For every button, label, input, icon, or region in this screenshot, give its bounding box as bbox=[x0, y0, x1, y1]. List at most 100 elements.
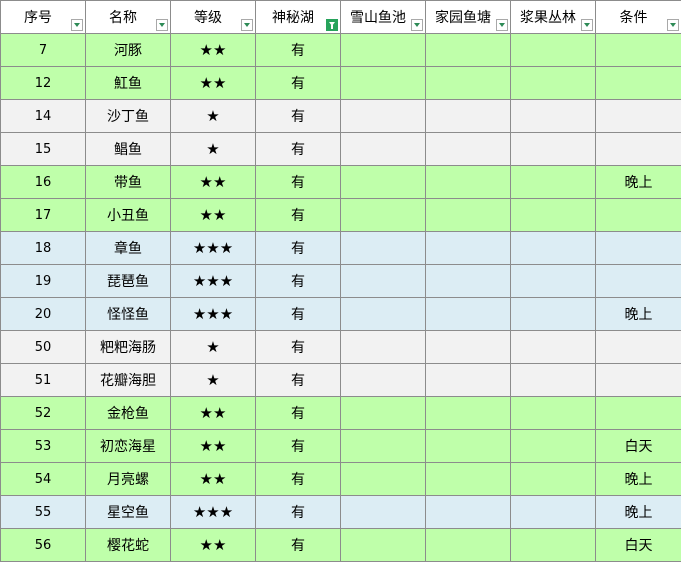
cell-berry-jungle[interactable] bbox=[510, 396, 596, 430]
cell-home-pond[interactable] bbox=[425, 165, 511, 199]
cell-home-pond[interactable] bbox=[425, 99, 511, 133]
cell-mystery-lake[interactable]: 有 bbox=[255, 495, 341, 529]
cell-condition[interactable]: 晚上 bbox=[595, 462, 681, 496]
cell-id[interactable]: 19 bbox=[0, 264, 86, 298]
cell-name[interactable]: 花瓣海胆 bbox=[85, 363, 171, 397]
cell-grade[interactable]: ★ bbox=[170, 363, 256, 397]
cell-home-pond[interactable] bbox=[425, 396, 511, 430]
cell-home-pond[interactable] bbox=[425, 33, 511, 67]
cell-mystery-lake[interactable]: 有 bbox=[255, 264, 341, 298]
cell-id[interactable]: 50 bbox=[0, 330, 86, 364]
column-header[interactable]: 家园鱼塘 bbox=[425, 0, 511, 34]
cell-condition[interactable] bbox=[595, 264, 681, 298]
cell-name[interactable]: 章鱼 bbox=[85, 231, 171, 265]
cell-snow-pond[interactable] bbox=[340, 297, 426, 331]
cell-condition[interactable] bbox=[595, 198, 681, 232]
column-header[interactable]: 条件 bbox=[595, 0, 681, 34]
cell-snow-pond[interactable] bbox=[340, 330, 426, 364]
cell-condition[interactable]: 白天 bbox=[595, 429, 681, 463]
cell-name[interactable]: 金枪鱼 bbox=[85, 396, 171, 430]
cell-id[interactable]: 15 bbox=[0, 132, 86, 166]
cell-berry-jungle[interactable] bbox=[510, 264, 596, 298]
cell-snow-pond[interactable] bbox=[340, 528, 426, 562]
cell-berry-jungle[interactable] bbox=[510, 198, 596, 232]
filter-dropdown-icon[interactable] bbox=[496, 19, 508, 31]
column-header[interactable]: 序号 bbox=[0, 0, 86, 34]
cell-snow-pond[interactable] bbox=[340, 99, 426, 133]
cell-berry-jungle[interactable] bbox=[510, 231, 596, 265]
cell-home-pond[interactable] bbox=[425, 132, 511, 166]
cell-condition[interactable] bbox=[595, 330, 681, 364]
cell-grade[interactable]: ★★★ bbox=[170, 231, 256, 265]
cell-berry-jungle[interactable] bbox=[510, 297, 596, 331]
cell-grade[interactable]: ★★★ bbox=[170, 264, 256, 298]
cell-grade[interactable]: ★★ bbox=[170, 165, 256, 199]
cell-berry-jungle[interactable] bbox=[510, 132, 596, 166]
cell-id[interactable]: 56 bbox=[0, 528, 86, 562]
cell-mystery-lake[interactable]: 有 bbox=[255, 363, 341, 397]
cell-condition[interactable] bbox=[595, 363, 681, 397]
cell-home-pond[interactable] bbox=[425, 495, 511, 529]
cell-home-pond[interactable] bbox=[425, 231, 511, 265]
cell-grade[interactable]: ★★ bbox=[170, 462, 256, 496]
cell-snow-pond[interactable] bbox=[340, 264, 426, 298]
cell-id[interactable]: 12 bbox=[0, 66, 86, 100]
cell-condition[interactable] bbox=[595, 99, 681, 133]
cell-condition[interactable] bbox=[595, 33, 681, 67]
cell-grade[interactable]: ★★★ bbox=[170, 297, 256, 331]
cell-id[interactable]: 16 bbox=[0, 165, 86, 199]
filter-dropdown-icon[interactable] bbox=[71, 19, 83, 31]
filter-dropdown-icon[interactable] bbox=[411, 19, 423, 31]
cell-name[interactable]: 鲳鱼 bbox=[85, 132, 171, 166]
cell-name[interactable]: 魟鱼 bbox=[85, 66, 171, 100]
cell-id[interactable]: 55 bbox=[0, 495, 86, 529]
cell-mystery-lake[interactable]: 有 bbox=[255, 99, 341, 133]
cell-berry-jungle[interactable] bbox=[510, 528, 596, 562]
cell-mystery-lake[interactable]: 有 bbox=[255, 330, 341, 364]
cell-berry-jungle[interactable] bbox=[510, 99, 596, 133]
filter-dropdown-icon[interactable] bbox=[667, 19, 679, 31]
cell-id[interactable]: 52 bbox=[0, 396, 86, 430]
cell-id[interactable]: 20 bbox=[0, 297, 86, 331]
cell-id[interactable]: 18 bbox=[0, 231, 86, 265]
cell-berry-jungle[interactable] bbox=[510, 363, 596, 397]
cell-name[interactable]: 初恋海星 bbox=[85, 429, 171, 463]
cell-home-pond[interactable] bbox=[425, 264, 511, 298]
cell-grade[interactable]: ★★ bbox=[170, 33, 256, 67]
cell-snow-pond[interactable] bbox=[340, 33, 426, 67]
cell-mystery-lake[interactable]: 有 bbox=[255, 297, 341, 331]
column-header[interactable]: 雪山鱼池 bbox=[340, 0, 426, 34]
cell-name[interactable]: 带鱼 bbox=[85, 165, 171, 199]
cell-home-pond[interactable] bbox=[425, 462, 511, 496]
cell-name[interactable]: 怪怪鱼 bbox=[85, 297, 171, 331]
cell-id[interactable]: 51 bbox=[0, 363, 86, 397]
cell-snow-pond[interactable] bbox=[340, 462, 426, 496]
cell-home-pond[interactable] bbox=[425, 330, 511, 364]
cell-home-pond[interactable] bbox=[425, 363, 511, 397]
cell-condition[interactable]: 晚上 bbox=[595, 297, 681, 331]
cell-snow-pond[interactable] bbox=[340, 363, 426, 397]
cell-berry-jungle[interactable] bbox=[510, 165, 596, 199]
cell-name[interactable]: 星空鱼 bbox=[85, 495, 171, 529]
cell-grade[interactable]: ★★ bbox=[170, 396, 256, 430]
cell-grade[interactable]: ★★ bbox=[170, 429, 256, 463]
cell-mystery-lake[interactable]: 有 bbox=[255, 198, 341, 232]
cell-mystery-lake[interactable]: 有 bbox=[255, 462, 341, 496]
column-header[interactable]: 神秘湖 bbox=[255, 0, 341, 34]
cell-berry-jungle[interactable] bbox=[510, 330, 596, 364]
cell-condition[interactable] bbox=[595, 396, 681, 430]
cell-snow-pond[interactable] bbox=[340, 198, 426, 232]
cell-condition[interactable]: 晚上 bbox=[595, 495, 681, 529]
cell-id[interactable]: 53 bbox=[0, 429, 86, 463]
cell-condition[interactable]: 白天 bbox=[595, 528, 681, 562]
cell-snow-pond[interactable] bbox=[340, 66, 426, 100]
cell-mystery-lake[interactable]: 有 bbox=[255, 165, 341, 199]
cell-snow-pond[interactable] bbox=[340, 396, 426, 430]
cell-id[interactable]: 7 bbox=[0, 33, 86, 67]
cell-snow-pond[interactable] bbox=[340, 165, 426, 199]
cell-condition[interactable] bbox=[595, 132, 681, 166]
cell-home-pond[interactable] bbox=[425, 297, 511, 331]
cell-snow-pond[interactable] bbox=[340, 132, 426, 166]
cell-name[interactable]: 沙丁鱼 bbox=[85, 99, 171, 133]
cell-mystery-lake[interactable]: 有 bbox=[255, 429, 341, 463]
